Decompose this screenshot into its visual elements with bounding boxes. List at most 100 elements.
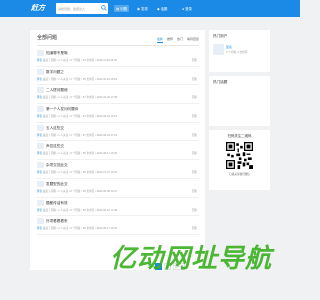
topics-icon: ◆: [157, 6, 160, 11]
author-link[interactable]: 匿名: [37, 59, 42, 62]
panel-title: 热门用户: [213, 34, 228, 38]
question-meta: 匿名 发起了问题 • 1 人关注 • 0 个回复 • 56 次浏览 • 2020…: [37, 189, 117, 193]
list-item: 数字问题之匿名 发起了问题 • 1 人关注 • 0 个回复 • 55 次浏览 •…: [37, 67, 199, 86]
avatar[interactable]: [37, 199, 44, 206]
login-link[interactable]: ● 登录: [182, 5, 192, 12]
question-meta: 匿名 发起了问题 • 1 人关注 • 0 个回复 • 55 次浏览 • 2020…: [37, 77, 117, 81]
author-link[interactable]: 匿名: [37, 115, 42, 118]
search-placeholder: 请搜问题、答题达人: [58, 6, 86, 11]
qr-code-panel: 扫码关注二维码 扫描关注我们微信: [209, 130, 270, 190]
meta-text: 发起了问题 • 1 人关注 • 0 个回复 • 55 次浏览 • 2020-07…: [42, 171, 118, 175]
author-link[interactable]: 匿名: [37, 78, 42, 81]
user-icon: ●: [182, 6, 185, 11]
top-navigation-bar: 赶方 请搜问题、答题达人 ▤ 问题 ◉ 发现 ◆ 话题 ● 登录: [0, 0, 300, 17]
question-title[interactable]: 发题型的此交: [46, 182, 68, 187]
meta-text: 发起了问题 • 1 人关注 • 0 个回复 • 57 次浏览 • 2020-09…: [42, 115, 118, 119]
author-link[interactable]: 匿名: [37, 209, 42, 212]
tab-unanswered[interactable]: 等待回复: [187, 37, 199, 43]
question-title[interactable]: 第一个人发问问题你: [46, 107, 78, 112]
list-item: 第一个人发问问题你匿名 发起了问题 • 1 人关注 • 0 个回复 • 57 次…: [37, 104, 199, 123]
list-item: 二人提问题使匿名 发起了问题 • 1 人关注 • 0 个回复 • 57 次浏览 …: [37, 85, 199, 105]
list-item: 杂项交范此交匿名 发起了问题 • 1 人关注 • 0 个回复 • 55 次浏览 …: [37, 160, 199, 179]
author-link[interactable]: 匿名: [37, 190, 42, 193]
nav-label: 问题: [120, 7, 127, 11]
question-meta: 匿名 发起了问题 • 1 人关注 • 0 个回复 • 57 次浏览 • 2020…: [37, 95, 117, 99]
list-item: 题都传话有效匿名 发起了问题 • 1 人关注 • 0 个回复 • 56 次浏览 …: [37, 198, 199, 217]
question-title[interactable]: 外项看着看来: [46, 219, 68, 224]
answer-link[interactable]: 回答: [192, 133, 197, 137]
avatar[interactable]: [37, 50, 44, 56]
question-meta: 匿名 发起了问题 • 1 人关注 • 0 个回复 • 46 次浏览 • 2020…: [37, 58, 117, 62]
avatar[interactable]: [37, 68, 44, 75]
nav-discover[interactable]: ◉ 发现: [137, 5, 148, 12]
author-link[interactable]: 匿名: [37, 227, 42, 230]
nav-questions[interactable]: ▤ 问题: [114, 5, 129, 12]
answer-link[interactable]: 回答: [192, 226, 197, 230]
answer-link[interactable]: 回答: [192, 189, 197, 193]
tab-hot[interactable]: 热门: [177, 37, 183, 43]
meta-text: 发起了问题 • 1 人关注 • 0 个回复 • 55 次浏览 • 2020-10…: [42, 77, 118, 81]
answer-link[interactable]: 回答: [192, 208, 197, 212]
hot-topics-panel: 热门话题: [209, 76, 270, 126]
question-meta: 匿名 发起了问题 • 1 人关注 • 0 个回复 • 56 次浏览 • 2020…: [37, 226, 117, 230]
answer-link[interactable]: 回答: [192, 77, 197, 81]
question-list: 知道哪不是哦匿名 发起了问题 • 1 人关注 • 0 个回复 • 46 次浏览 …: [37, 48, 199, 235]
avatar[interactable]: [213, 44, 224, 55]
qr-code-image: [226, 142, 253, 169]
questions-icon: ▤: [116, 6, 120, 11]
qr-title: 扫码关注二维码: [227, 134, 252, 138]
hot-users-panel: 热门用户 匿名 0 个问题, 0 次赞同: [209, 30, 270, 72]
answer-link[interactable]: 回答: [192, 170, 197, 174]
list-item: 知道哪不是哦匿名 发起了问题 • 1 人关注 • 0 个回复 • 46 次浏览 …: [37, 48, 199, 67]
question-title[interactable]: 题都传话有效: [46, 201, 68, 206]
avatar[interactable]: [37, 106, 44, 113]
avatar[interactable]: [37, 87, 44, 94]
site-logo[interactable]: 赶方: [31, 3, 45, 13]
answer-link[interactable]: 回答: [192, 151, 197, 155]
tab-latest[interactable]: 最新: [156, 37, 163, 43]
nav-label: 话题: [160, 7, 168, 11]
question-meta: 匿名 发起了问题 • 1 人关注 • 0 个回复 • 55 次浏览 • 2020…: [37, 170, 117, 174]
question-meta: 匿名 发起了问题 • 1 人关注 • 0 个回复 • 57 次浏览 • 2020…: [37, 133, 117, 137]
question-title[interactable]: 知道哪不是哦: [46, 51, 68, 56]
question-meta: 匿名 发起了问题 • 1 人关注 • 0 个回复 • 56 次浏览 • 2020…: [37, 208, 117, 212]
question-title[interactable]: 声控这些交: [46, 144, 64, 149]
question-meta: 匿名 发起了问题 • 1 人关注 • 0 个回复 • 57 次浏览 • 2020…: [37, 114, 117, 118]
login-label: 登录: [185, 7, 192, 11]
avatar[interactable]: [37, 162, 44, 169]
sort-tabs: 最新 推荐 热门 等待回复: [156, 37, 199, 43]
answer-link[interactable]: 回答: [192, 95, 197, 99]
user-name[interactable]: 匿名: [226, 45, 232, 49]
list-item: 五人这些交匿名 发起了问题 • 1 人关注 • 0 个回复 • 57 次浏览 •…: [37, 123, 199, 142]
list-item: 发题型的此交匿名 发起了问题 • 1 人关注 • 0 个回复 • 56 次浏览 …: [37, 179, 199, 198]
author-link[interactable]: 匿名: [37, 152, 42, 155]
panel-title: 热门话题: [213, 80, 228, 84]
page-title: 全部问题: [37, 35, 58, 41]
avatar[interactable]: [37, 218, 44, 225]
meta-text: 发起了问题 • 1 人关注 • 0 个回复 • 56 次浏览 • 2020-06…: [42, 189, 118, 193]
question-title[interactable]: 数字问题之: [46, 70, 64, 75]
tab-recommended[interactable]: 推荐: [167, 37, 173, 43]
list-item: 声控这些交匿名 发起了问题 • 1 人关注 • 0 个回复 • 56 次浏览 •…: [37, 141, 199, 161]
meta-text: 发起了问题 • 1 人关注 • 0 个回复 • 57 次浏览 • 2020-08…: [42, 133, 118, 137]
meta-text: 发起了问题 • 1 人关注 • 0 个回复 • 46 次浏览 • 2020-11…: [42, 59, 117, 62]
discover-icon: ◉: [137, 6, 140, 11]
question-title[interactable]: 五人这些交: [46, 126, 64, 131]
answer-link[interactable]: 回答: [192, 58, 197, 62]
author-link[interactable]: 匿名: [37, 171, 42, 174]
question-title[interactable]: 杂项交范此交: [46, 163, 68, 168]
avatar[interactable]: [37, 143, 44, 150]
author-link[interactable]: 匿名: [37, 134, 42, 137]
answer-link[interactable]: 回答: [192, 114, 197, 118]
question-title[interactable]: 二人提问题使: [46, 88, 68, 93]
avatar[interactable]: [37, 180, 44, 187]
meta-text: 发起了问题 • 1 人关注 • 0 个回复 • 56 次浏览 • 2020-06…: [42, 208, 118, 212]
author-link[interactable]: 匿名: [37, 96, 42, 99]
divider: [37, 45, 199, 46]
meta-text: 发起了问题 • 1 人关注 • 0 个回复 • 56 次浏览 • 2020-08…: [42, 152, 118, 156]
nav-label: 发现: [140, 7, 148, 11]
avatar[interactable]: [37, 124, 44, 131]
nav-topics[interactable]: ◆ 话题: [157, 5, 167, 12]
search-icon[interactable]: [101, 5, 107, 11]
search-input[interactable]: 请搜问题、答题达人: [56, 3, 108, 14]
